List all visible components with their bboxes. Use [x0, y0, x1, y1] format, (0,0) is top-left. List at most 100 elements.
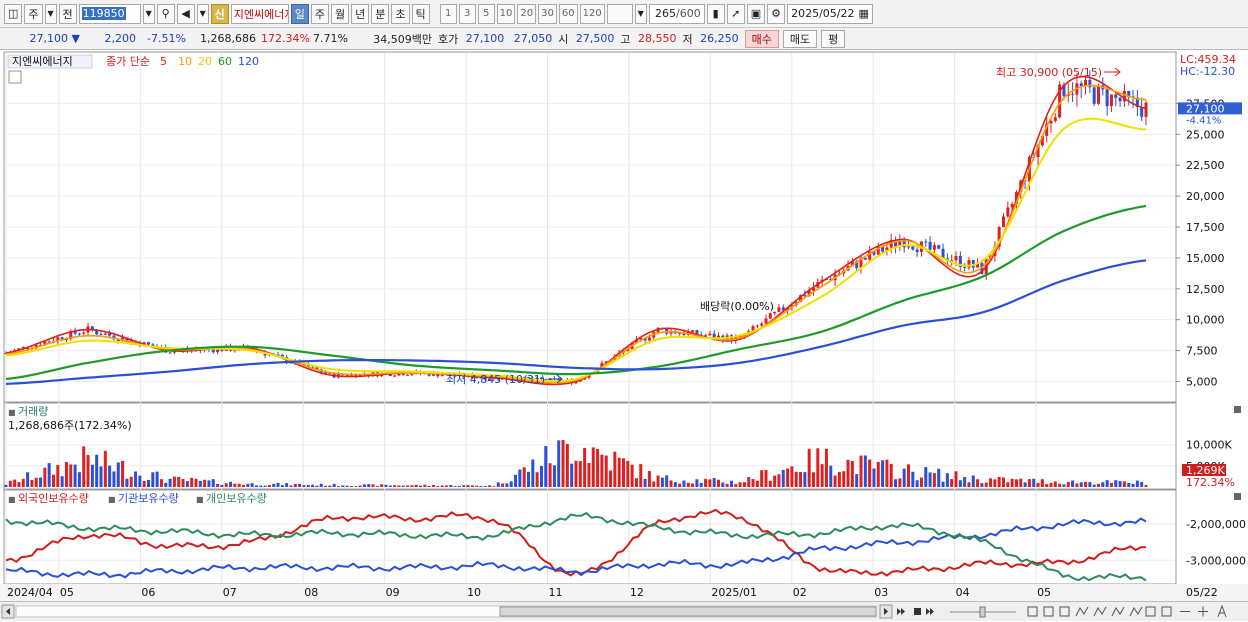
volume-bar	[375, 486, 379, 487]
volume-bar	[302, 485, 306, 487]
bottom-tool-icons[interactable]	[1027, 604, 1227, 618]
candle-body	[1071, 93, 1075, 95]
volume-bar	[203, 479, 207, 487]
x-tick-label: 06	[141, 586, 155, 599]
volume-bar	[937, 468, 941, 487]
volume-current-pct: 172.34%	[1186, 476, 1235, 489]
search-icon[interactable]: ⚲	[156, 3, 175, 24]
chevron-down-icon[interactable]: ▼	[196, 3, 209, 24]
count-input[interactable]: 265/600	[648, 3, 705, 24]
volume-bar	[678, 483, 682, 487]
zoom-slider-thumb[interactable]	[979, 606, 986, 618]
volume-bar	[989, 478, 993, 487]
volume-bar	[673, 482, 677, 487]
chart-area[interactable]: 5,000 7,500 10,000 12,500 15,000 17,500 20,000…	[0, 50, 1248, 601]
sell-button[interactable]: 매도	[782, 29, 818, 48]
candle-icon[interactable]: ▮	[706, 3, 725, 24]
draw-tool-icon[interactable]: ➚	[726, 3, 745, 24]
volume-bar	[1049, 482, 1053, 487]
volume-bar	[393, 485, 397, 487]
tab-week[interactable]: 주	[310, 3, 330, 24]
chevron-down-icon[interactable]: ▼	[44, 3, 57, 24]
interval-3[interactable]: 3	[458, 3, 476, 24]
volume-bar	[267, 485, 271, 487]
y-tick-label: 17,500	[1186, 221, 1225, 234]
volume-bar	[410, 485, 414, 487]
interval-10[interactable]: 10	[496, 3, 516, 24]
panel-close-icon[interactable]	[1234, 493, 1241, 500]
save-icon[interactable]: ▣	[746, 3, 766, 24]
buy-button[interactable]: 매수	[744, 29, 779, 48]
volume-bar	[207, 480, 211, 487]
interval-60[interactable]: 60	[558, 3, 578, 24]
volume-bar	[609, 470, 613, 487]
interval-30[interactable]: 30	[538, 3, 557, 24]
tab-day[interactable]: 일	[290, 3, 309, 24]
playback-controls[interactable]	[897, 608, 934, 615]
interval-5[interactable]: 5	[477, 3, 495, 24]
volume-bar	[449, 484, 453, 487]
volume-bar	[622, 458, 625, 487]
stock-code-input[interactable]: 119850	[78, 3, 141, 24]
x-tick-label: 11	[549, 586, 563, 599]
table-icon[interactable]	[8, 70, 22, 84]
volume-bar	[518, 469, 522, 487]
custom-interval-input[interactable]	[606, 3, 633, 24]
panel-dot-icon: ■	[108, 495, 116, 504]
chevron-down-icon[interactable]: ▼	[142, 3, 155, 24]
y-tick-label: 12,500	[1186, 283, 1225, 296]
tab-tick[interactable]: 틱	[411, 3, 430, 24]
chevron-down-icon[interactable]: ▼	[634, 3, 647, 24]
volume-bar	[915, 480, 919, 487]
volume-bar	[1062, 484, 1066, 487]
gear-icon[interactable]: ⚙	[767, 3, 786, 24]
candle-body	[1097, 85, 1100, 104]
tab-year[interactable]: 년	[351, 3, 370, 24]
volume-bar	[885, 459, 889, 487]
scroll-thumb[interactable]	[499, 606, 877, 617]
volume-bar	[1105, 480, 1109, 487]
volume-bar	[4, 484, 8, 487]
candle-body	[103, 333, 107, 335]
prev-button[interactable]: 전	[58, 3, 77, 24]
candle-body	[1118, 97, 1122, 102]
candle-body	[147, 342, 150, 345]
layout-icon[interactable]: ◫	[4, 3, 23, 24]
new-badge[interactable]: 신	[210, 3, 229, 24]
volume-bar	[43, 467, 47, 487]
volume-bar	[850, 460, 854, 487]
volume-bar	[691, 483, 695, 487]
tab-month[interactable]: 월	[331, 3, 350, 24]
eval-button[interactable]: 평	[821, 29, 846, 48]
interval-120[interactable]: 120	[579, 3, 605, 24]
volume-bar	[488, 485, 492, 487]
interval-1[interactable]: 1	[439, 3, 457, 24]
volume-bar	[583, 447, 587, 487]
volume-bar	[134, 471, 138, 487]
volume-bar	[717, 479, 720, 487]
interval-20[interactable]: 20	[517, 3, 537, 24]
tab-minute[interactable]: 분	[371, 3, 390, 24]
volume-bar	[984, 482, 988, 487]
volume-bar	[116, 462, 120, 487]
period-select[interactable]: 주	[24, 3, 43, 24]
volume-bar	[358, 485, 362, 487]
tab-second[interactable]: 초	[391, 3, 410, 24]
speaker-icon[interactable]: ◀	[176, 3, 195, 24]
volume-bar	[712, 478, 716, 487]
volume-value: 1,268,686	[200, 32, 256, 45]
volume-bar	[224, 483, 228, 487]
panel-close-icon[interactable]	[1234, 406, 1241, 413]
volume-bar	[652, 481, 656, 487]
volume-bar	[971, 475, 975, 487]
date-input[interactable]: 2025/05/22 ▦	[787, 3, 874, 24]
volume-bar	[682, 480, 686, 487]
volume-bar	[324, 485, 328, 487]
calendar-icon[interactable]: ▦	[859, 7, 869, 20]
volume-bar	[1079, 482, 1083, 487]
volume-bar	[721, 482, 725, 487]
scroll-bar[interactable]	[0, 601, 1248, 621]
volume-bar	[1058, 483, 1062, 487]
volume-bar	[950, 479, 954, 487]
volume-value-label: 1,268,686주(172.34%)	[8, 419, 132, 432]
